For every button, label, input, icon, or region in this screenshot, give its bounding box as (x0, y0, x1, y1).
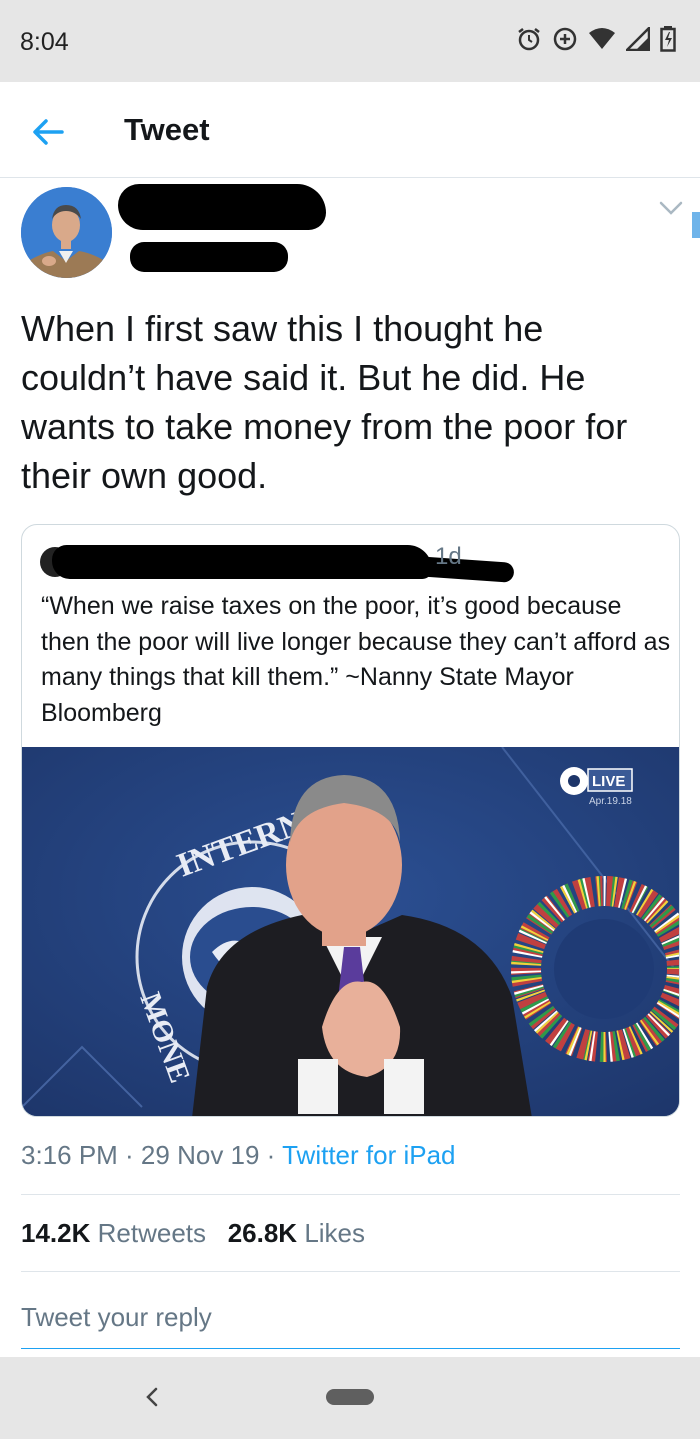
header: Tweet (0, 82, 700, 178)
divider (21, 1194, 680, 1195)
home-pill-icon[interactable] (326, 1389, 374, 1405)
retweets-stat[interactable]: 14.2K Retweets (21, 1218, 206, 1248)
live-badge: LIVE (592, 773, 625, 790)
quoted-tweet-time: 1d (435, 543, 462, 570)
likes-count: 26.8K (227, 1218, 298, 1248)
likes-stat[interactable]: 26.8K Likes (228, 1218, 365, 1248)
redacted-quoted-author (52, 545, 432, 579)
divider (21, 1271, 680, 1272)
alarm-icon (516, 26, 542, 57)
signal-icon (623, 24, 651, 56)
redacted-display-name (118, 184, 326, 230)
broadcast-date: Apr.19.18 (589, 796, 632, 807)
quoted-tweet-image[interactable]: INTERNAT MONE LIVE Apr.19.18 (22, 747, 679, 1116)
quoted-tweet-text: “When we raise taxes on the poor, it’s g… (41, 592, 671, 727)
wifi-icon (588, 27, 616, 56)
tweet-text: When I first saw this I thought he could… (21, 308, 628, 496)
back-arrow-icon[interactable] (28, 112, 68, 152)
status-time: 8:04 (20, 28, 69, 56)
battery-icon (660, 26, 676, 57)
page-title: Tweet (124, 112, 210, 147)
status-bar: 8:04 (0, 0, 700, 82)
scroll-indicator (692, 212, 700, 238)
likes-label: Likes (304, 1218, 366, 1248)
status-icons (516, 24, 676, 57)
reply-input[interactable]: Tweet your reply (21, 1302, 212, 1333)
tweet-stats: 14.2K Retweets 26.8K Likes (21, 1218, 365, 1249)
avatar[interactable] (21, 187, 112, 278)
retweets-label: Retweets (97, 1218, 207, 1248)
retweets-count: 14.2K (21, 1218, 91, 1248)
redacted-username (130, 242, 288, 272)
chevron-down-icon[interactable] (658, 198, 684, 218)
tweet-timestamp: 3:16 PM · 29 Nov 19 · (21, 1140, 283, 1170)
navigation-bar (0, 1357, 700, 1439)
data-saver-icon (552, 26, 578, 57)
quoted-tweet[interactable]: 1d “When we raise taxes on the poor, it’… (21, 524, 680, 1117)
nav-back-icon[interactable] (140, 1381, 164, 1413)
tweet-meta: 3:16 PM · 29 Nov 19 · Twitter for iPad (21, 1140, 456, 1171)
tweet-source-link[interactable]: Twitter for iPad (282, 1140, 455, 1170)
reply-input-underline (21, 1348, 680, 1349)
